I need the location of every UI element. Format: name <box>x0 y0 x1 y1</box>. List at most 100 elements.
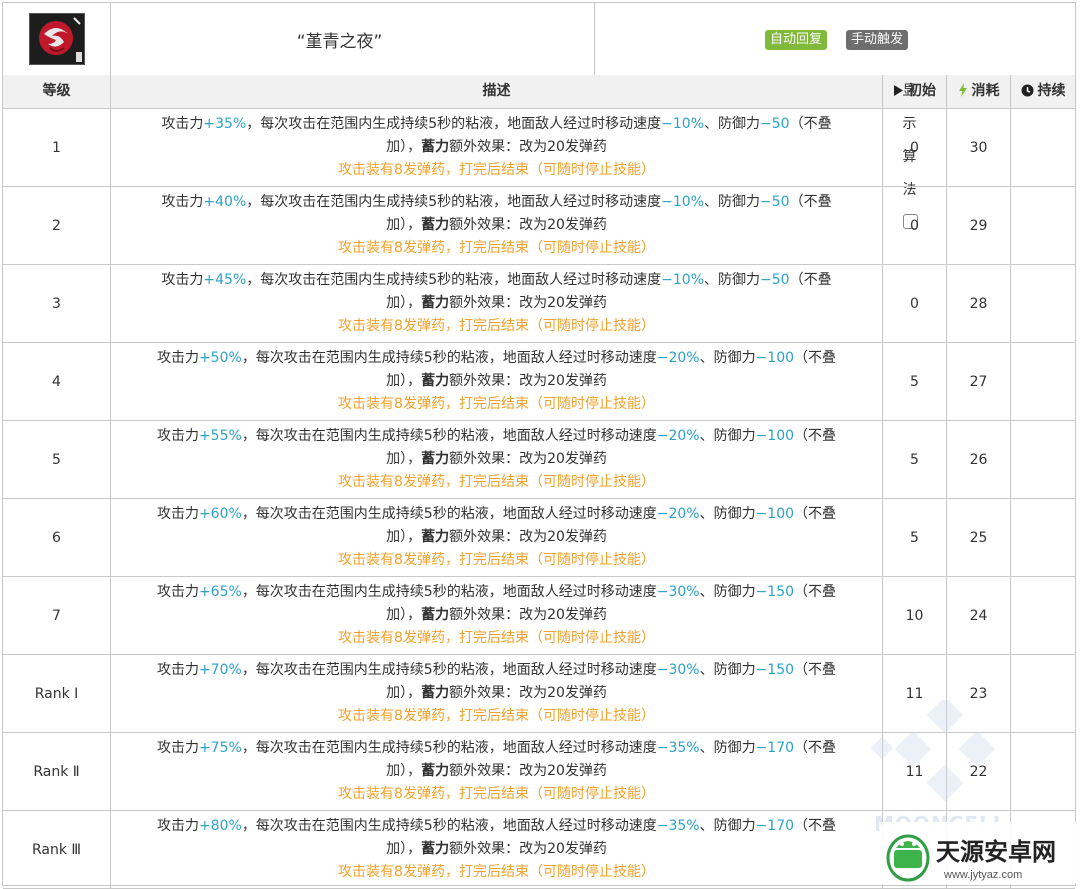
def-value: −150 <box>755 662 795 678</box>
charge-label: 蓄力 <box>421 139 450 155</box>
charge-label: 蓄力 <box>421 685 450 701</box>
header-duration-label: 持续 <box>1037 83 1066 99</box>
desc-text: ，每次攻击在范围内生成持续5秒的粘液，地面敌人经过时移动速度 <box>241 350 657 366</box>
description-cell: 攻击力+70%，每次攻击在范围内生成持续5秒的粘液，地面敌人经过时移动速度−30… <box>111 655 883 732</box>
cost-sp-cell: 29 <box>947 187 1011 264</box>
def-value: −50 <box>760 116 790 132</box>
table-row: 2 攻击力+40%，每次攻击在范围内生成持续5秒的粘液，地面敌人经过时移动速度−… <box>3 187 1075 265</box>
desc-line-3: 攻击装有8发弹药，打完后结束（可随时停止技能） <box>338 708 655 724</box>
skill-header: “堇青之夜” 自动回复 手动触发 <box>3 3 1075 76</box>
atk-value: +55% <box>198 428 242 444</box>
duration-cell <box>1011 733 1075 810</box>
description-cell: 攻击力+75%，每次攻击在范围内生成持续5秒的粘液，地面敌人经过时移动速度−35… <box>111 733 883 810</box>
desc-line-1: 攻击力+65%，每次攻击在范围内生成持续5秒的粘液，地面敌人经过时移动速度−30… <box>157 581 836 604</box>
level-cell: 2 <box>3 187 111 264</box>
slow-value: −35% <box>656 818 700 834</box>
desc-text-tail: （不叠 <box>794 818 837 834</box>
desc-def-label: 、防御力 <box>699 818 756 834</box>
table-row: 5 攻击力+55%，每次攻击在范围内生成持续5秒的粘液，地面敌人经过时移动速度−… <box>3 421 1075 499</box>
duration-cell <box>1011 421 1075 498</box>
desc-text: 额外效果：改为20发弹药 <box>449 139 607 155</box>
desc-text: ，每次攻击在范围内生成持续5秒的粘液，地面敌人经过时移动速度 <box>241 818 657 834</box>
cost-sp-cell: 30 <box>947 109 1011 186</box>
desc-text: ，每次攻击在范围内生成持续5秒的粘液，地面敌人经过时移动速度 <box>241 662 657 678</box>
site-logo-url: www.jytyaz.com <box>943 869 1022 881</box>
charge-label: 蓄力 <box>421 607 450 623</box>
desc-text: 加）， <box>386 685 422 701</box>
skill-name-cell: “堇青之夜” <box>111 3 595 75</box>
desc-atk-label: 攻击力 <box>156 428 199 444</box>
desc-text-tail: （不叠 <box>789 272 832 288</box>
header-desc-label: 描述 <box>482 83 511 99</box>
desc-line-3: 攻击装有8发弹药，打完后结束（可随时停止技能） <box>338 474 655 490</box>
desc-text: 加）， <box>386 295 422 311</box>
slow-value: −35% <box>656 740 700 756</box>
desc-text-tail: （不叠 <box>794 350 837 366</box>
duration-cell <box>1011 109 1075 186</box>
desc-text-tail: （不叠 <box>794 584 837 600</box>
def-value: −170 <box>755 740 795 756</box>
description-cell: 攻击力+45%，每次攻击在范围内生成持续5秒的粘液，地面敌人经过时移动速度−10… <box>111 265 883 342</box>
desc-text: 加）， <box>386 841 422 857</box>
atk-value: +65% <box>198 584 242 600</box>
cost-sp-cell: 27 <box>947 343 1011 420</box>
play-icon <box>893 77 904 110</box>
desc-atk-label: 攻击力 <box>156 818 199 834</box>
cost-sp-cell: 23 <box>947 655 1011 732</box>
initial-sp-cell: 0 <box>883 187 947 264</box>
table-row: 1 攻击力+35%，每次攻击在范围内生成持续5秒的粘液，地面敌人经过时移动速度−… <box>3 109 1075 187</box>
slow-value: −30% <box>656 662 700 678</box>
desc-text: ，每次攻击在范围内生成持续5秒的粘液，地面敌人经过时移动速度 <box>246 116 662 132</box>
desc-text: 额外效果：改为20发弹药 <box>449 763 607 779</box>
desc-text: 额外效果：改为20发弹药 <box>449 529 607 545</box>
def-value: −150 <box>755 584 795 600</box>
cost-sp-cell: 22 <box>947 733 1011 810</box>
desc-def-label: 、防御力 <box>704 194 761 210</box>
def-value: −100 <box>755 350 795 366</box>
rose-skill-icon <box>29 13 85 65</box>
desc-line-3: 攻击装有8发弹药，打完后结束（可随时停止技能） <box>338 396 655 412</box>
charge-label: 蓄力 <box>421 763 450 779</box>
skill-tags: 自动回复 手动触发 <box>595 3 1075 75</box>
desc-text-tail: （不叠 <box>789 116 832 132</box>
desc-text: ，每次攻击在范围内生成持续5秒的粘液，地面敌人经过时移动速度 <box>246 272 662 288</box>
description-cell: 攻击力+55%，每次攻击在范围内生成持续5秒的粘液，地面敌人经过时移动速度−20… <box>111 421 883 498</box>
charge-label: 蓄力 <box>421 529 450 545</box>
desc-line-3: 攻击装有8发弹药，打完后结束（可随时停止技能） <box>338 864 655 880</box>
table-row: 3 攻击力+45%，每次攻击在范围内生成持续5秒的粘液，地面敌人经过时移动速度−… <box>3 265 1075 343</box>
desc-atk-label: 攻击力 <box>156 662 199 678</box>
header-cost-label: 消耗 <box>971 83 1000 99</box>
level-cell: Rank Ⅲ <box>3 811 111 888</box>
charge-label: 蓄力 <box>421 217 450 233</box>
desc-line-2: 加），蓄力额外效果：改为20发弹药 <box>386 760 607 783</box>
initial-sp-cell: 0 <box>883 265 947 342</box>
cost-sp-cell: 24 <box>947 577 1011 654</box>
desc-text: 加）， <box>386 529 422 545</box>
atk-value: +45% <box>203 272 247 288</box>
duration-cell <box>1011 187 1075 264</box>
tag-manual-trigger: 手动触发 <box>846 30 909 50</box>
desc-def-label: 、防御力 <box>699 506 756 522</box>
slow-value: −10% <box>661 194 705 210</box>
desc-text: ，每次攻击在范围内生成持续5秒的粘液，地面敌人经过时移动速度 <box>241 506 657 522</box>
desc-line-3: 攻击装有8发弹药，打完后结束（可随时停止技能） <box>338 552 655 568</box>
level-cell: 1 <box>3 109 111 186</box>
def-value: −100 <box>755 506 795 522</box>
lightning-icon <box>958 77 968 110</box>
desc-line-2: 加），蓄力额外效果：改为20发弹药 <box>386 838 607 861</box>
desc-text: 加）， <box>386 373 422 389</box>
slow-value: −30% <box>656 584 700 600</box>
desc-line-1: 攻击力+80%，每次攻击在范围内生成持续5秒的粘液，地面敌人经过时移动速度−35… <box>157 815 836 838</box>
atk-value: +75% <box>198 740 242 756</box>
atk-value: +50% <box>198 350 242 366</box>
initial-sp-cell: 11 <box>883 733 947 810</box>
slow-value: −20% <box>656 350 700 366</box>
level-cell: 4 <box>3 343 111 420</box>
desc-line-2: 加），蓄力额外效果：改为20发弹药 <box>386 292 607 315</box>
desc-text: 加）， <box>386 217 422 233</box>
slow-value: −20% <box>656 506 700 522</box>
header-duration: 持续 <box>1011 75 1075 108</box>
atk-value: +35% <box>203 116 247 132</box>
desc-text-tail: （不叠 <box>789 194 832 210</box>
desc-text-tail: （不叠 <box>794 506 837 522</box>
